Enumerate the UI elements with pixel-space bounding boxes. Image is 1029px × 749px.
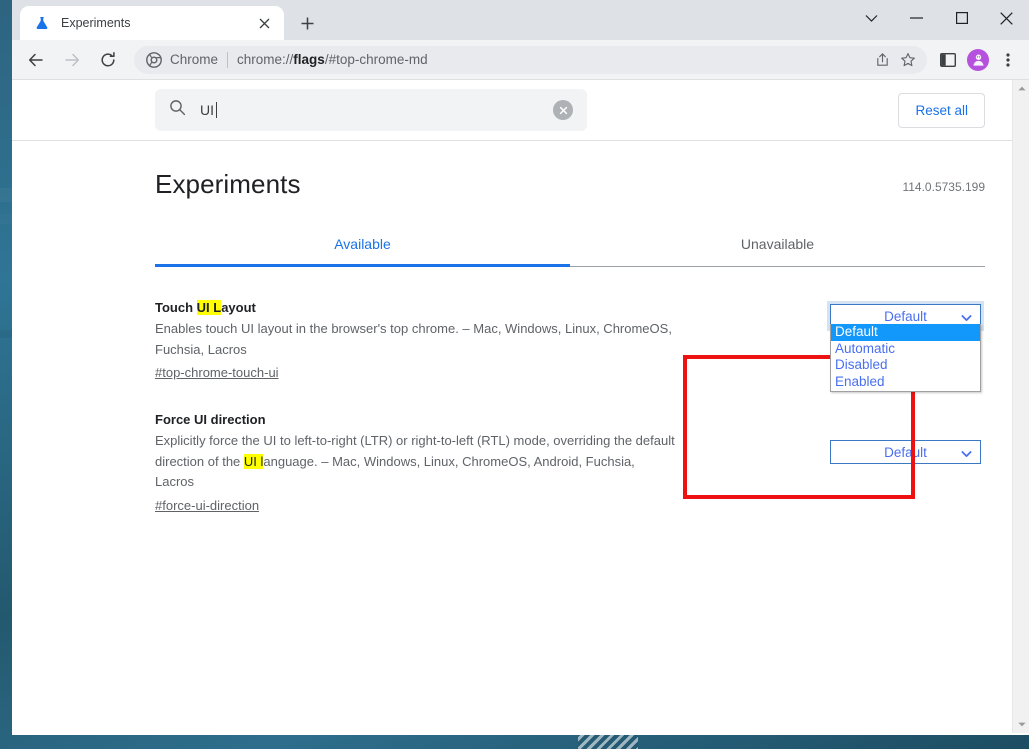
text-caret bbox=[216, 102, 217, 118]
experiment-permalink[interactable]: #top-chrome-touch-ui bbox=[155, 365, 279, 380]
page-title: Experiments bbox=[155, 169, 301, 199]
experiment-control: Default bbox=[830, 412, 985, 515]
search-input[interactable]: UI bbox=[155, 89, 587, 131]
experiment-control: Default Default Automatic Disabled Enabl… bbox=[827, 300, 985, 392]
browser-window: Experiments Chrome chrome://flags/#top-c… bbox=[12, 0, 1029, 735]
tab-strip: Experiments bbox=[12, 0, 1029, 40]
window-controls bbox=[849, 0, 1029, 36]
experiment-description: Enables touch UI layout in the browser's… bbox=[155, 321, 672, 357]
omnibox-separator bbox=[227, 51, 229, 68]
title-row: Experiments 114.0.5735.199 bbox=[155, 141, 985, 200]
tab-title: Experiments bbox=[61, 16, 131, 30]
chevron-down-icon[interactable] bbox=[849, 0, 894, 36]
three-dot-menu-icon[interactable] bbox=[993, 45, 1023, 75]
select-option[interactable]: Automatic bbox=[831, 341, 980, 358]
experiment-row: Touch UI Layout Enables touch UI layout … bbox=[155, 300, 985, 392]
tab-unavailable[interactable]: Unavailable bbox=[570, 224, 985, 266]
forward-button[interactable] bbox=[56, 44, 88, 76]
experiment-name: Touch UI Layout bbox=[155, 300, 256, 315]
close-window-icon[interactable] bbox=[984, 0, 1029, 36]
experiment-select[interactable]: Default bbox=[830, 440, 981, 464]
experiment-name: Force UI direction bbox=[155, 412, 266, 427]
reload-button[interactable] bbox=[92, 44, 124, 76]
omnibox-actions bbox=[869, 46, 921, 74]
tab-active-underline bbox=[155, 264, 570, 267]
chevron-down-icon bbox=[961, 447, 972, 458]
select-option[interactable]: Enabled bbox=[831, 374, 980, 391]
scroll-down-arrow[interactable] bbox=[1013, 716, 1029, 733]
address-bar[interactable]: Chrome chrome://flags/#top-chrome-md bbox=[134, 45, 927, 74]
browser-tab[interactable]: Experiments bbox=[20, 6, 284, 40]
desktop-hatch-pattern bbox=[578, 735, 638, 749]
select-dropdown-options[interactable]: Default Automatic Disabled Enabled bbox=[830, 324, 981, 392]
minimize-icon[interactable] bbox=[894, 0, 939, 36]
omnibox-scheme-label: Chrome bbox=[170, 52, 219, 67]
toolbar-right-actions bbox=[933, 45, 1023, 75]
search-row: UI Reset all bbox=[12, 80, 1029, 141]
select-value: Default bbox=[884, 444, 927, 460]
flags-tabs: Available Unavailable bbox=[155, 224, 985, 267]
share-icon[interactable] bbox=[869, 47, 895, 73]
close-icon[interactable] bbox=[254, 13, 274, 33]
experiment-row: Force UI direction Explicitly force the … bbox=[155, 412, 985, 515]
chevron-down-icon bbox=[961, 311, 972, 322]
experiment-text: Touch UI Layout Enables touch UI layout … bbox=[155, 300, 675, 382]
flask-icon bbox=[34, 15, 50, 31]
avatar[interactable] bbox=[967, 48, 989, 71]
search-icon bbox=[169, 99, 186, 121]
page-scrollbar[interactable] bbox=[1012, 80, 1029, 733]
select-option[interactable]: Default bbox=[831, 324, 980, 341]
experiment-permalink[interactable]: #force-ui-direction bbox=[155, 498, 259, 513]
select-option[interactable]: Disabled bbox=[831, 357, 980, 374]
browser-toolbar: Chrome chrome://flags/#top-chrome-md bbox=[12, 40, 1029, 80]
maximize-icon[interactable] bbox=[939, 0, 984, 36]
page-content: Experiments 114.0.5735.199 Available Una… bbox=[12, 141, 1029, 515]
search-highlight: UI L bbox=[196, 300, 222, 315]
omnibox-url: chrome://flags/#top-chrome-md bbox=[237, 52, 428, 67]
side-panel-icon[interactable] bbox=[933, 45, 963, 75]
search-input-value[interactable]: UI bbox=[200, 102, 553, 118]
reset-all-button[interactable]: Reset all bbox=[898, 92, 985, 128]
version-label: 114.0.5735.199 bbox=[902, 180, 985, 194]
clear-icon[interactable] bbox=[553, 100, 573, 120]
search-highlight: UI l bbox=[243, 453, 264, 469]
experiment-text: Force UI direction Explicitly force the … bbox=[155, 412, 675, 515]
star-icon[interactable] bbox=[895, 47, 921, 73]
scroll-up-arrow[interactable] bbox=[1013, 80, 1029, 97]
experiment-description: Explicitly force the UI to left-to-right… bbox=[155, 433, 675, 489]
new-tab-button[interactable] bbox=[293, 9, 321, 37]
tab-available[interactable]: Available bbox=[155, 224, 570, 266]
experiments-list: Touch UI Layout Enables touch UI layout … bbox=[155, 300, 985, 515]
chrome-logo-icon bbox=[146, 51, 162, 68]
back-button[interactable] bbox=[20, 44, 52, 76]
select-value: Default bbox=[884, 308, 927, 324]
flags-page: UI Reset all Experiments 114.0.5735.199 … bbox=[12, 80, 1029, 733]
